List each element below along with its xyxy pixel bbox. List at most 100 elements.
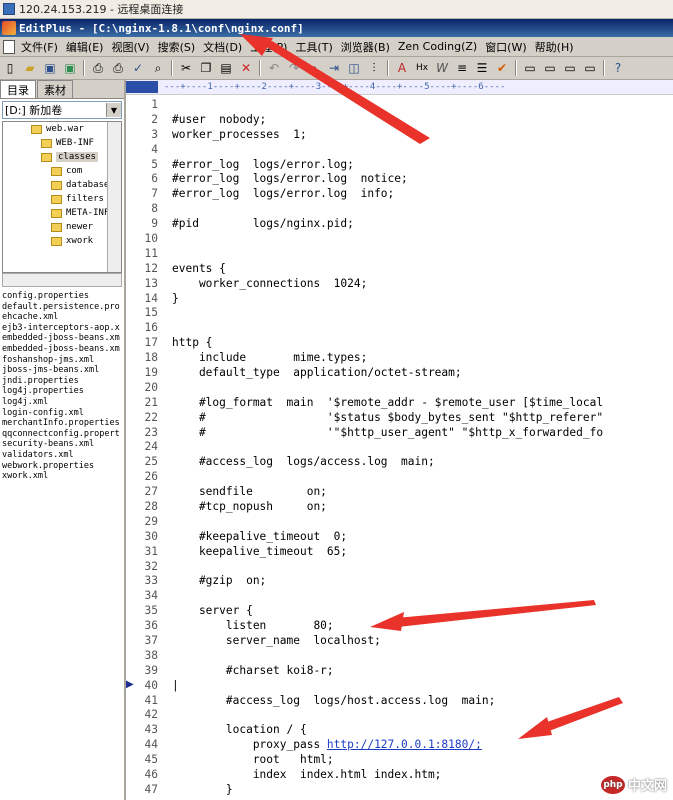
code-line[interactable]: 41 #access_log logs/host.access.log main… bbox=[126, 693, 673, 708]
print-icon[interactable]: ⎙ bbox=[110, 60, 126, 76]
code-line[interactable]: 16 bbox=[126, 320, 673, 335]
menu-edit[interactable]: 编辑(E) bbox=[62, 39, 108, 55]
spellcheck-icon[interactable]: ✓ bbox=[130, 60, 146, 76]
tree-item[interactable]: web.war bbox=[3, 122, 121, 136]
file-list-item[interactable]: default.persistence.pro bbox=[0, 302, 124, 313]
code-line[interactable]: 31 keepalive_timeout 65; bbox=[126, 544, 673, 559]
folder-tree[interactable]: web.war WEB-INF classes com database filters M… bbox=[2, 121, 122, 273]
menu-document[interactable]: 文档(D) bbox=[199, 39, 246, 55]
code-line[interactable]: 46 index index.html index.htm; bbox=[126, 767, 673, 782]
file-list-item[interactable]: log4j.xml bbox=[0, 397, 124, 408]
tree-item[interactable]: classes bbox=[3, 150, 121, 164]
file-list[interactable]: config.properties default.persistence.pro… bbox=[0, 291, 124, 482]
code-line[interactable]: 9 #pid logs/nginx.pid; bbox=[126, 216, 673, 231]
delete-icon[interactable]: ✕ bbox=[238, 60, 254, 76]
cut-icon[interactable]: ✂ bbox=[178, 60, 194, 76]
chevron-down-icon[interactable]: ▼ bbox=[106, 103, 121, 117]
code-line[interactable]: 38 bbox=[126, 648, 673, 663]
tree-item[interactable]: filters bbox=[3, 192, 121, 206]
code-line[interactable]: 40 | bbox=[126, 678, 673, 693]
open-folder-icon[interactable]: ▰ bbox=[22, 60, 38, 76]
code-line[interactable]: 7 #error_log logs/error.log info; bbox=[126, 186, 673, 201]
file-list-item[interactable]: login-config.xml bbox=[0, 408, 124, 419]
goto-icon[interactable]: ⇥ bbox=[326, 60, 342, 76]
code-line[interactable]: 27 sendfile on; bbox=[126, 484, 673, 499]
file-list-item[interactable]: jboss-jms-beans.xml bbox=[0, 365, 124, 376]
file-list-item[interactable]: embedded-jboss-beans.xm bbox=[0, 344, 124, 355]
check-icon[interactable]: ✔ bbox=[494, 60, 510, 76]
tab-directory[interactable]: 目录 bbox=[0, 80, 36, 98]
line-numbers-icon[interactable]: ☰ bbox=[474, 60, 490, 76]
find-icon[interactable]: ⌕ bbox=[150, 60, 166, 76]
code-line[interactable]: 11 bbox=[126, 246, 673, 261]
code-line[interactable]: 20 bbox=[126, 380, 673, 395]
code-line[interactable]: 23 # '"$http_user_agent" "$http_x_forwar… bbox=[126, 425, 673, 440]
paste-icon[interactable]: ▤ bbox=[218, 60, 234, 76]
code-line[interactable]: 25 #access_log logs/access.log main; bbox=[126, 454, 673, 469]
file-list-item[interactable]: ejb3-interceptors-aop.x bbox=[0, 323, 124, 334]
code-line[interactable]: 35 server { bbox=[126, 603, 673, 618]
code-editor[interactable]: ---+----1----+----2----+----3----+----4-… bbox=[126, 80, 673, 800]
code-line[interactable]: 33 #gzip on; bbox=[126, 574, 673, 589]
code-line[interactable]: 36 listen 80; bbox=[126, 618, 673, 633]
code-line[interactable]: 19 default_type application/octet-stream… bbox=[126, 365, 673, 380]
proxy-pass-url[interactable]: http://127.0.0.1:8180/; bbox=[327, 738, 482, 751]
code-lines[interactable]: 1 2 #user nobody; 3 worker_processes 1; 4 5 #er… bbox=[126, 97, 673, 797]
print-preview-icon[interactable]: ⎙ bbox=[90, 60, 106, 76]
view1-icon[interactable]: ▭ bbox=[522, 60, 538, 76]
file-list-item[interactable]: qqconnectconfig.propert bbox=[0, 429, 124, 440]
undo-icon[interactable]: ↶ bbox=[266, 60, 282, 76]
word-wrap-icon[interactable]: ≡ bbox=[454, 60, 470, 76]
columns-icon[interactable]: ⫶ bbox=[366, 60, 382, 76]
view2-icon[interactable]: ▭ bbox=[542, 60, 558, 76]
save-icon[interactable]: ▣ bbox=[42, 60, 58, 76]
code-line[interactable]: 10 bbox=[126, 231, 673, 246]
code-line[interactable]: 3 worker_processes 1; bbox=[126, 127, 673, 142]
tree-item[interactable]: com bbox=[3, 164, 121, 178]
code-line[interactable]: 43 location / { bbox=[126, 722, 673, 737]
code-line[interactable]: 15 bbox=[126, 305, 673, 320]
copy-icon[interactable]: ❐ bbox=[198, 60, 214, 76]
tree-item[interactable]: newer bbox=[3, 220, 121, 234]
code-line[interactable]: 21 #log_format main '$remote_addr - $rem… bbox=[126, 395, 673, 410]
tree-horizontal-scrollbar[interactable] bbox=[2, 273, 122, 287]
code-line[interactable]: 18 include mime.types; bbox=[126, 350, 673, 365]
code-line[interactable]: 32 bbox=[126, 559, 673, 574]
italic-icon[interactable]: W bbox=[434, 60, 450, 76]
drive-select[interactable]: [D:] 新加卷 ▼ bbox=[2, 101, 122, 119]
menu-help[interactable]: 帮助(H) bbox=[531, 39, 578, 55]
code-line[interactable]: 22 # '$status $body_bytes_sent "$http_re… bbox=[126, 410, 673, 425]
file-list-item[interactable]: webwork.properties bbox=[0, 461, 124, 472]
browser-icon[interactable]: ◫ bbox=[346, 60, 362, 76]
code-line[interactable]: 26 bbox=[126, 469, 673, 484]
code-line[interactable]: 6 #error_log logs/error.log notice; bbox=[126, 171, 673, 186]
menu-window[interactable]: 窗口(W) bbox=[481, 39, 530, 55]
code-line[interactable]: 37 server_name localhost; bbox=[126, 633, 673, 648]
redo-icon[interactable]: ↷ bbox=[286, 60, 302, 76]
menu-project[interactable]: 工程(P) bbox=[246, 39, 291, 55]
menu-zen-coding[interactable]: Zen Coding(Z) bbox=[394, 40, 481, 53]
code-line[interactable]: 34 bbox=[126, 588, 673, 603]
code-line[interactable]: 8 bbox=[126, 201, 673, 216]
code-line[interactable]: 47 } bbox=[126, 782, 673, 797]
code-line[interactable]: 28 #tcp_nopush on; bbox=[126, 499, 673, 514]
file-list-item[interactable]: foshanshop-jms.xml bbox=[0, 355, 124, 366]
tree-item[interactable]: WEB-INF bbox=[3, 136, 121, 150]
search-replace-icon[interactable]: ⌕ bbox=[306, 60, 322, 76]
code-line[interactable]: 24 bbox=[126, 439, 673, 454]
view3-icon[interactable]: ▭ bbox=[562, 60, 578, 76]
code-line[interactable]: 30 #keepalive_timeout 0; bbox=[126, 529, 673, 544]
code-line[interactable]: 45 root html; bbox=[126, 752, 673, 767]
menu-file[interactable]: 文件(F) bbox=[17, 39, 62, 55]
menu-search[interactable]: 搜索(S) bbox=[154, 39, 200, 55]
file-list-item[interactable]: config.properties bbox=[0, 291, 124, 302]
code-line[interactable]: 5 #error_log logs/error.log; bbox=[126, 157, 673, 172]
file-list-item[interactable]: xwork.xml bbox=[0, 471, 124, 482]
file-list-item[interactable]: ehcache.xml bbox=[0, 312, 124, 323]
menu-tools[interactable]: 工具(T) bbox=[291, 39, 336, 55]
file-list-item[interactable]: log4j.properties bbox=[0, 386, 124, 397]
tree-vertical-scrollbar[interactable] bbox=[107, 122, 121, 272]
file-list-item[interactable]: embedded-jboss-beans.xm bbox=[0, 333, 124, 344]
tree-item[interactable]: META-INF bbox=[3, 206, 121, 220]
code-line[interactable]: 12 events { bbox=[126, 261, 673, 276]
